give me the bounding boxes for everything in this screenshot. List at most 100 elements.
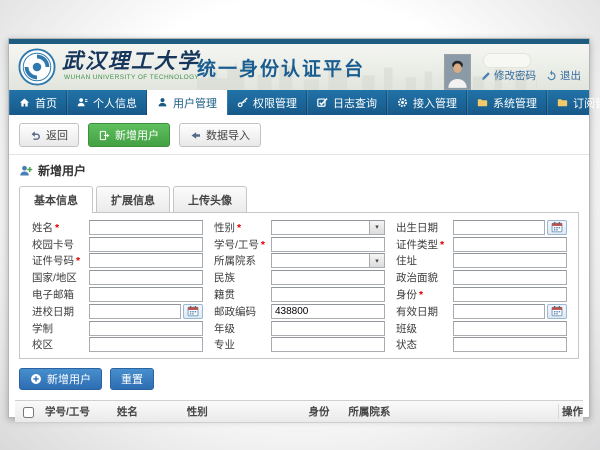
- field-campus-card-no: 校园卡号: [26, 237, 208, 252]
- form-actions: 新增用户 重置: [9, 359, 589, 398]
- col-identity: 身份: [304, 404, 344, 419]
- status-input[interactable]: [453, 337, 567, 352]
- tab-basic-info[interactable]: 基本信息: [19, 186, 93, 213]
- nav-profile[interactable]: 个人信息: [67, 90, 147, 115]
- id-type-label: 证件类型*: [396, 237, 453, 252]
- native-place-input[interactable]: [271, 287, 385, 302]
- native-place-label: 籍贯: [214, 287, 271, 302]
- field-id-type: 证件类型*: [390, 237, 572, 252]
- submit-add-user-button[interactable]: 新增用户: [19, 368, 102, 390]
- nav-log-query[interactable]: 日志查询: [307, 90, 387, 115]
- entry-date-calendar-button[interactable]: [183, 304, 203, 319]
- id-number-label: 证件号码*: [32, 253, 89, 268]
- student-staff-no-input[interactable]: [271, 237, 385, 252]
- form-row: 姓名*性别*▾出生日期: [26, 219, 572, 236]
- tab-upload-avatar[interactable]: 上传头像: [173, 186, 247, 212]
- identity-label: 身份*: [396, 287, 453, 302]
- birth-date-input[interactable]: [453, 220, 545, 235]
- department-select[interactable]: ▾: [271, 253, 385, 268]
- identity-input[interactable]: [453, 287, 567, 302]
- reset-label: 重置: [121, 371, 143, 387]
- ethnicity-input[interactable]: [271, 270, 385, 285]
- nav-system-mgmt[interactable]: 系统管理: [467, 90, 547, 115]
- field-id-number: 证件号码*: [26, 253, 208, 268]
- col-select-all: [15, 406, 41, 418]
- political-status-label: 政治面貌: [396, 270, 453, 285]
- id-type-input[interactable]: [453, 237, 567, 252]
- campus-input[interactable]: [89, 337, 203, 352]
- grade-input[interactable]: [271, 321, 385, 336]
- basic-info-panel: 姓名*性别*▾出生日期校园卡号学号/工号*证件类型*证件号码*所属院系▾住址国家…: [19, 212, 579, 359]
- id-number-input[interactable]: [89, 253, 203, 268]
- tab-extended-info[interactable]: 扩展信息: [96, 186, 170, 212]
- pencil-icon: [481, 71, 491, 81]
- back-button[interactable]: 返回: [19, 123, 79, 147]
- col-department: 所属院系: [344, 404, 558, 419]
- nav-home[interactable]: 首页: [9, 90, 67, 115]
- logout-link[interactable]: 退出: [546, 68, 581, 83]
- user-table-header: 学号/工号姓名性别身份所属院系操作: [15, 400, 583, 423]
- select-all-checkbox[interactable]: [23, 407, 34, 418]
- gender-select[interactable]: ▾: [271, 220, 385, 235]
- field-entry-date: 进校日期: [26, 304, 208, 319]
- address-input[interactable]: [453, 253, 567, 268]
- left-arrow-icon: [190, 130, 201, 141]
- email-input[interactable]: [89, 287, 203, 302]
- university-name-cn: 武汉理工大学: [62, 51, 200, 72]
- birth-date-calendar-button[interactable]: [547, 220, 567, 235]
- name-input[interactable]: [89, 220, 203, 235]
- home-icon: [19, 97, 30, 108]
- schooling-length-input[interactable]: [89, 321, 203, 336]
- calendar-icon: [551, 305, 563, 317]
- form-row: 进校日期邮政编码有效日期: [26, 303, 572, 320]
- country-region-input[interactable]: [89, 270, 203, 285]
- class-input[interactable]: [453, 321, 567, 336]
- data-import-button[interactable]: 数据导入: [179, 123, 261, 147]
- required-asterisk: *: [419, 289, 423, 301]
- change-password-link[interactable]: 修改密码: [481, 68, 536, 83]
- university-name-en: WUHAN UNIVERSITY OF TECHNOLOGY: [64, 74, 200, 81]
- address-label: 住址: [396, 253, 453, 268]
- birth-date-label: 出生日期: [396, 220, 453, 235]
- major-input[interactable]: [271, 337, 385, 352]
- field-email: 电子邮箱: [26, 287, 208, 302]
- folder-icon: [477, 97, 488, 108]
- valid-date-label: 有效日期: [396, 304, 453, 319]
- field-valid-date: 有效日期: [390, 304, 572, 319]
- valid-date-input[interactable]: [453, 304, 545, 319]
- add-user-toolbar-button[interactable]: 新增用户: [88, 123, 170, 147]
- grade-label: 年级: [214, 321, 271, 336]
- campus-card-no-input[interactable]: [89, 237, 203, 252]
- nav-access-mgmt[interactable]: 接入管理: [387, 90, 467, 115]
- header-banner: 武汉理工大学 WUHAN UNIVERSITY OF TECHNOLOGY 统一…: [9, 44, 589, 90]
- campus-label: 校区: [32, 337, 89, 352]
- profile-icon: [77, 97, 88, 108]
- nav-user-mgmt[interactable]: 用户管理: [147, 90, 227, 115]
- valid-date-calendar-button[interactable]: [547, 304, 567, 319]
- reset-button[interactable]: 重置: [110, 368, 154, 390]
- political-status-input[interactable]: [453, 270, 567, 285]
- field-ethnicity: 民族: [208, 270, 390, 285]
- undo-icon: [30, 130, 41, 141]
- required-asterisk: *: [55, 222, 59, 234]
- calendar-icon: [187, 305, 199, 317]
- nav-permission-mgmt-label: 权限管理: [253, 95, 297, 111]
- desktop-background: 武汉理工大学 WUHAN UNIVERSITY OF TECHNOLOGY 统一…: [0, 0, 600, 450]
- form-row: 校区专业状态: [26, 337, 572, 354]
- nav-subscription-mgmt[interactable]: 订阅管理: [547, 90, 600, 115]
- class-label: 班级: [396, 321, 453, 336]
- required-asterisk: *: [237, 222, 241, 234]
- platform-title: 统一身份认证平台: [197, 54, 365, 81]
- postal-code-input[interactable]: [271, 304, 385, 319]
- university-logo: [18, 48, 56, 86]
- entry-date-input[interactable]: [89, 304, 181, 319]
- entry-date-label: 进校日期: [32, 304, 89, 319]
- valid-date-date-field: [453, 304, 567, 319]
- nav-profile-label: 个人信息: [93, 95, 137, 111]
- gender-label: 性别*: [214, 220, 271, 235]
- check-square-icon: [317, 97, 328, 108]
- nav-permission-mgmt[interactable]: 权限管理: [227, 90, 307, 115]
- entry-date-date-field: [89, 304, 203, 319]
- main-nav: 首页个人信息用户管理权限管理日志查询接入管理系统管理订阅管理: [9, 90, 589, 115]
- form-tabs: 基本信息扩展信息上传头像: [19, 186, 579, 212]
